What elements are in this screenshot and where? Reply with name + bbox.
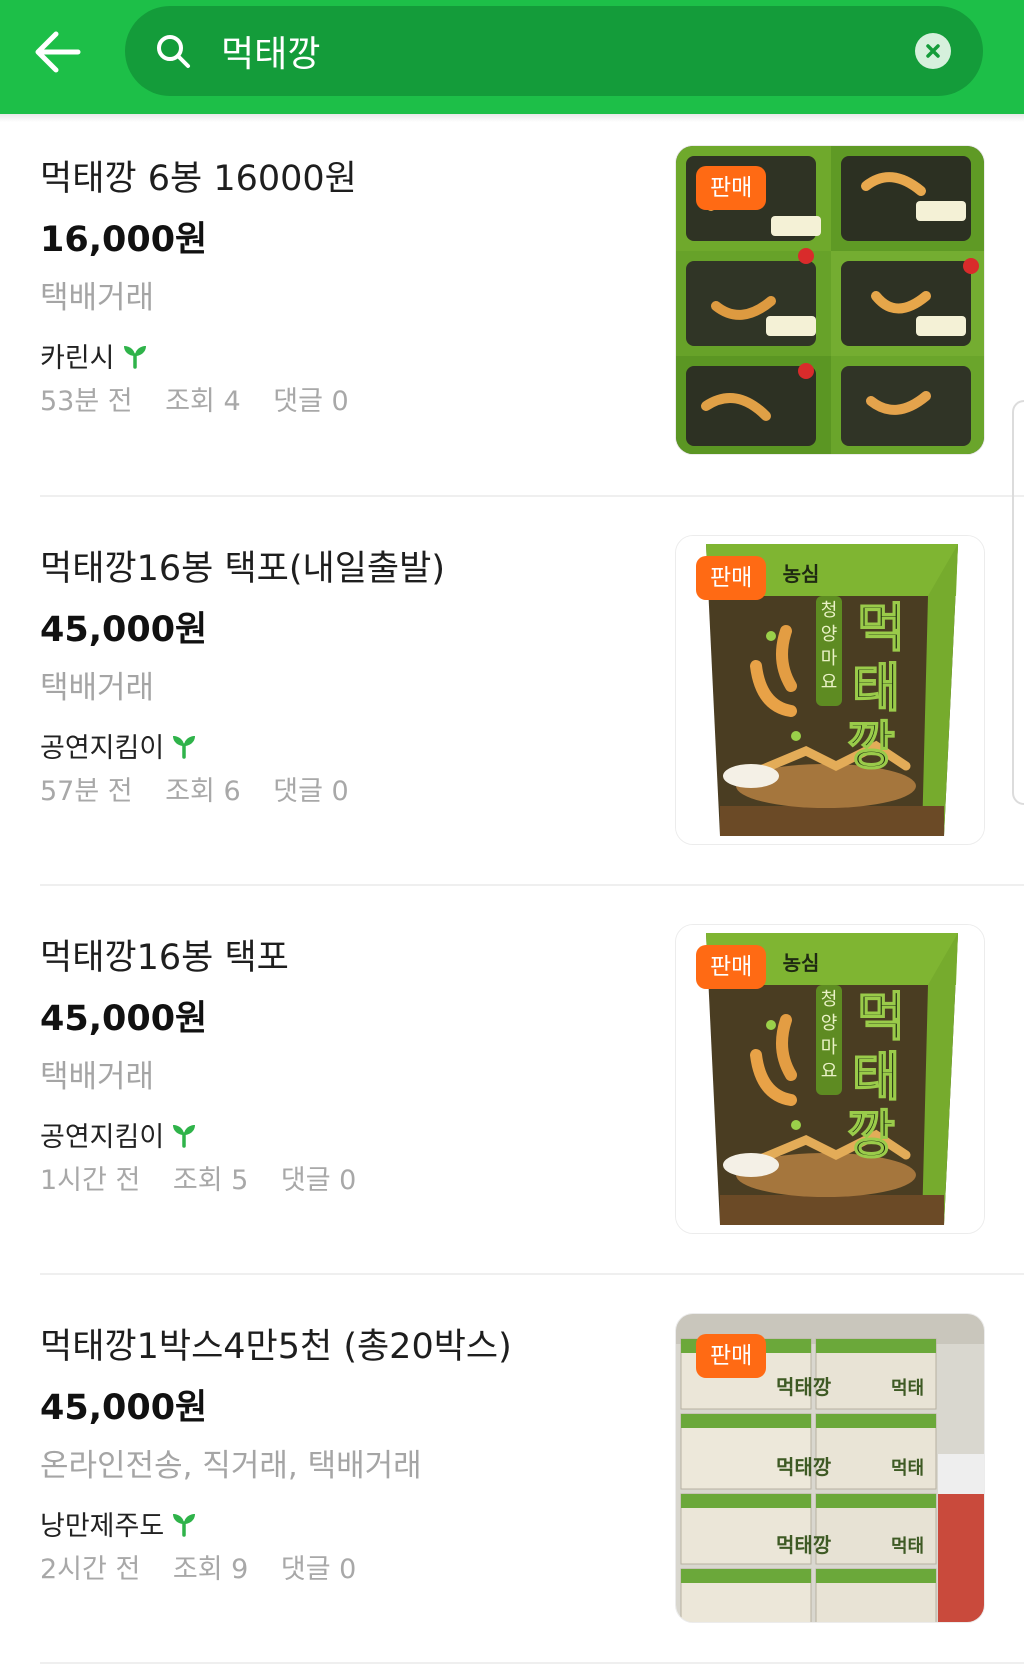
- svg-text:마: 마: [821, 648, 838, 669]
- seller-name: 카린시: [40, 343, 115, 374]
- clear-search-button[interactable]: [915, 33, 951, 69]
- sale-badge: 판매: [696, 945, 767, 989]
- item-views: 조회 9: [172, 1554, 249, 1585]
- item-trade-type: 택배거래: [40, 1059, 155, 1095]
- sprout-icon: [123, 345, 146, 369]
- item-price: 45,000원: [40, 610, 208, 650]
- close-icon: [926, 44, 940, 58]
- sale-badge: 판매: [696, 1334, 767, 1378]
- item-seller: 공연지킴이: [40, 1115, 198, 1154]
- svg-text:먹태깡: 먹태깡: [776, 1375, 832, 1399]
- seller-name: 낭만제주도: [40, 1511, 165, 1542]
- sale-badge: 판매: [696, 166, 767, 210]
- svg-text:먹태: 먹태: [891, 1458, 924, 1479]
- item-title: 먹태깡16봉 택포: [40, 938, 289, 978]
- item-divider: [40, 1273, 1024, 1275]
- item-time: 57분 전: [40, 776, 133, 807]
- sale-badge: 판매: [696, 556, 767, 600]
- item-comments: 댓글 0: [280, 1165, 357, 1196]
- item-views: 조회 4: [165, 386, 241, 417]
- svg-text:먹: 먹: [857, 988, 905, 1048]
- svg-text:깡: 깡: [847, 1106, 895, 1166]
- svg-text:양: 양: [821, 624, 838, 645]
- seller-name: 공연지킴이: [40, 733, 165, 764]
- arrow-left-icon: [35, 31, 81, 73]
- item-meta: 2시간 전 조회 9 댓글 0: [40, 1547, 380, 1586]
- list-item[interactable]: 먹태깡 6봉 16000원 16,000원 택배거래 카린시 53분 전 조회 …: [0, 114, 1024, 504]
- item-seller: 공연지킴이: [40, 726, 198, 765]
- item-seller: 낭만제주도: [40, 1504, 198, 1543]
- svg-text:깡: 깡: [847, 717, 895, 777]
- svg-text:먹태깡: 먹태깡: [776, 1533, 832, 1557]
- list-item[interactable]: 먹태깡16봉 택포(내일출발) 45,000원 택배거래 공연지킴이 57분 전…: [0, 504, 1024, 894]
- svg-text:요: 요: [821, 1061, 838, 1082]
- item-meta: 53분 전 조회 4 댓글 0: [40, 379, 373, 418]
- item-time: 2시간 전: [40, 1554, 141, 1585]
- search-box[interactable]: [125, 6, 983, 96]
- svg-text:태: 태: [852, 659, 900, 719]
- sprout-icon: [173, 735, 196, 759]
- scroll-handle[interactable]: [1012, 400, 1024, 805]
- item-divider: [40, 884, 1024, 886]
- item-meta: 57분 전 조회 6 댓글 0: [40, 769, 373, 808]
- item-time: 53분 전: [40, 386, 133, 417]
- svg-text:먹태: 먹태: [891, 1378, 924, 1399]
- svg-text:먹: 먹: [857, 599, 905, 659]
- item-title: 먹태깡 6봉 16000원: [40, 159, 357, 199]
- sprout-icon: [173, 1124, 196, 1148]
- svg-text:먹태깡: 먹태깡: [776, 1455, 832, 1479]
- item-title: 먹태깡16봉 택포(내일출발): [40, 549, 445, 589]
- svg-text:농심: 농심: [783, 951, 820, 975]
- item-thumbnail[interactable]: 먹태깡 먹태 먹태깡 먹태 먹태깡 먹태 판매: [675, 1313, 985, 1623]
- item-title: 먹태깡1박스4만5천 (총20박스): [40, 1327, 512, 1367]
- item-price: 16,000원: [40, 220, 208, 260]
- item-thumbnail[interactable]: 청 양 마 요 먹 태 깡 농심 판매: [675, 924, 985, 1234]
- svg-text:농심: 농심: [783, 562, 820, 586]
- seller-name: 공연지킴이: [40, 1122, 165, 1153]
- item-comments: 댓글 0: [273, 386, 349, 417]
- svg-text:마: 마: [821, 1037, 838, 1058]
- svg-text:태: 태: [852, 1048, 900, 1108]
- back-button[interactable]: [28, 22, 88, 82]
- item-thumbnail[interactable]: 판매: [675, 145, 985, 455]
- top-bar: [0, 0, 1024, 114]
- item-price: 45,000원: [40, 1388, 208, 1428]
- item-views: 조회 6: [165, 776, 241, 807]
- item-divider: [40, 1662, 1024, 1664]
- list-item[interactable]: 먹태깡1박스4만5천 (총20박스) 45,000원 온라인전송, 직거래, 택…: [0, 1282, 1024, 1667]
- bag-flavor-text: 청: [821, 600, 838, 621]
- list-item[interactable]: 먹태깡16봉 택포 45,000원 택배거래 공연지킴이 1시간 전 조회 5 …: [0, 893, 1024, 1283]
- item-trade-type: 택배거래: [40, 280, 155, 316]
- item-meta: 1시간 전 조회 5 댓글 0: [40, 1158, 380, 1197]
- item-time: 1시간 전: [40, 1165, 141, 1196]
- search-input[interactable]: [221, 21, 821, 81]
- svg-text:양: 양: [821, 1013, 838, 1034]
- svg-text:청: 청: [821, 989, 838, 1010]
- search-icon: [157, 35, 190, 68]
- sprout-icon: [173, 1513, 196, 1537]
- item-thumbnail[interactable]: 청 양 마 요 먹 태 깡 농심 판매: [675, 535, 985, 845]
- item-comments: 댓글 0: [273, 776, 349, 807]
- item-trade-type: 온라인전송, 직거래, 택배거래: [40, 1448, 422, 1484]
- svg-text:먹태: 먹태: [891, 1536, 924, 1557]
- item-comments: 댓글 0: [280, 1554, 357, 1585]
- svg-text:요: 요: [821, 672, 838, 693]
- item-price: 45,000원: [40, 999, 208, 1039]
- item-views: 조회 5: [172, 1165, 249, 1196]
- item-seller: 카린시: [40, 336, 149, 375]
- item-trade-type: 택배거래: [40, 670, 155, 706]
- item-divider: [40, 495, 1024, 497]
